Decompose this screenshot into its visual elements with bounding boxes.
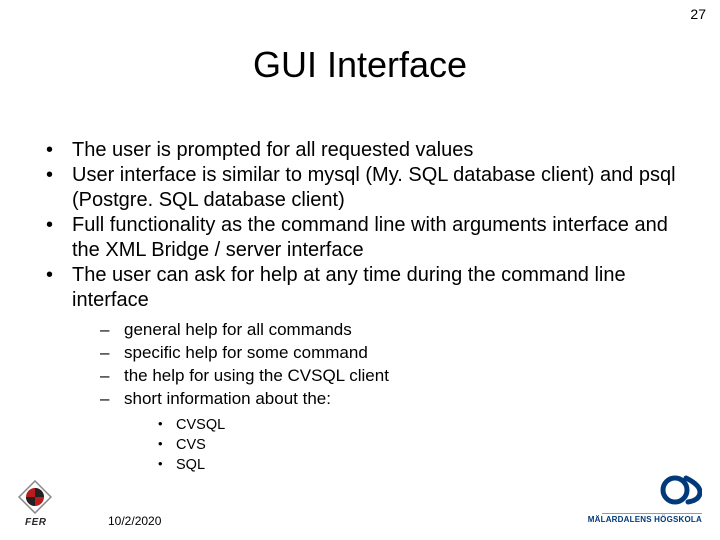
slide: 27 GUI Interface The user is prompted fo…: [0, 0, 720, 540]
fer-logo-icon: [18, 480, 52, 514]
sub-bullet-item: the help for using the CVSQL client: [96, 365, 680, 388]
sub-bullet-item: specific help for some command: [96, 342, 680, 365]
sub-bullet-item: short information about the: CVSQL CVS S…: [96, 388, 680, 476]
sub-sub-bullet-item: CVS: [154, 435, 680, 455]
footer: FER 10/2/2020 MÄLARDALENS HÖGSKOLA: [0, 468, 720, 528]
sub-bullet-item: general help for all commands: [96, 319, 680, 342]
fer-logo-label: FER: [25, 517, 47, 528]
malardalens-logo-label: MÄLARDALENS HÖGSKOLA: [588, 515, 702, 524]
malardalens-logo-icon: [660, 475, 702, 510]
bullet-text: The user can ask for help at any time du…: [72, 264, 626, 311]
slide-title: GUI Interface: [0, 44, 720, 86]
divider-line: [602, 513, 702, 514]
bullet-item: User interface is similar to mysql (My. …: [40, 163, 680, 213]
slide-content: The user is prompted for all requested v…: [40, 138, 680, 476]
bullet-item: The user is prompted for all requested v…: [40, 138, 680, 163]
sub-sub-bullet-item: CVSQL: [154, 415, 680, 435]
sub-bullet-text: short information about the:: [124, 389, 331, 408]
bullet-item: The user can ask for help at any time du…: [40, 263, 680, 476]
bullet-item: Full functionality as the command line w…: [40, 213, 680, 263]
page-number: 27: [690, 6, 706, 22]
footer-date: 10/2/2020: [108, 514, 161, 528]
